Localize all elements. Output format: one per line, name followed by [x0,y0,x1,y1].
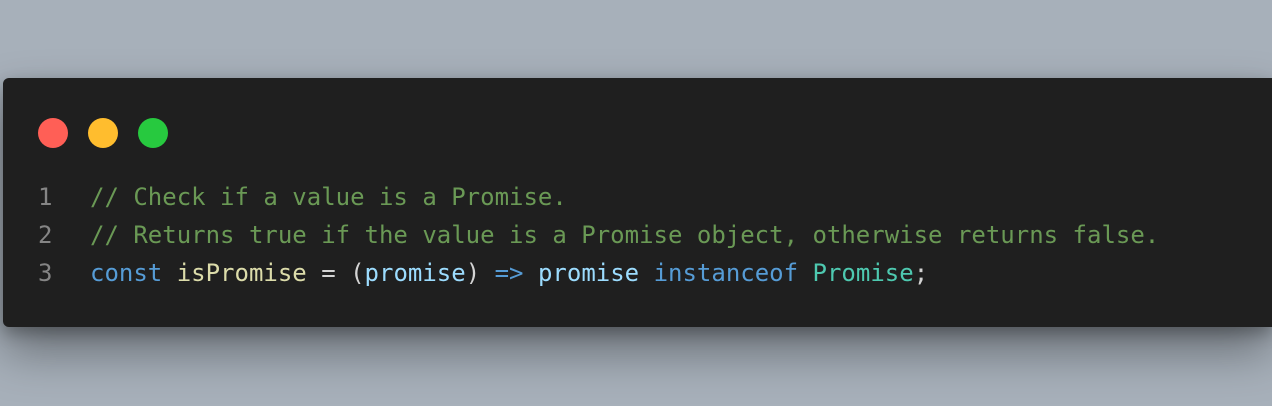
code-token-punct [162,259,176,287]
line-number: 3 [38,259,53,287]
code-token-function: isPromise [176,259,307,287]
minimize-button[interactable] [88,118,118,148]
line-content: // Returns true if the value is a Promis… [90,216,1159,254]
code-line: 1 // Check if a value is a Promise. [3,178,1272,216]
code-token-keyword: instanceof [653,259,799,287]
code-token-punct: ) [465,259,495,287]
line-number: 2 [38,221,53,249]
code-token-punct [639,259,653,287]
code-token-punct [524,259,538,287]
code-token-variable: promise [537,259,640,287]
window-controls [38,118,168,148]
code-window: 1 // Check if a value is a Promise. 2 // Re… [3,78,1272,327]
code-token-variable: promise [364,259,466,287]
code-line: 2 // Returns true if the value is a Promi… [3,216,1272,254]
line-content: // Check if a value is a Promise. [90,178,567,216]
line-content: const isPromise = (promise) => promise i… [90,254,928,292]
code-token-punct [798,259,812,287]
code-token-punct: = ( [306,259,365,287]
code-token-class: Promise [812,259,914,287]
code-token-keyword: const [90,259,163,287]
close-button[interactable] [38,118,68,148]
code-block: 1 // Check if a value is a Promise. 2 // Re… [3,178,1272,292]
code-token-punct: ; [913,259,929,287]
code-line: 3 const isPromise = (promise) => promise … [3,254,1272,292]
code-token-keyword: => [494,259,524,287]
line-number: 1 [38,183,53,211]
maximize-button[interactable] [138,118,168,148]
code-token-comment: // Returns true if the value is a Promis… [90,221,1160,249]
code-token-comment: // Check if a value is a Promise. [90,183,567,211]
